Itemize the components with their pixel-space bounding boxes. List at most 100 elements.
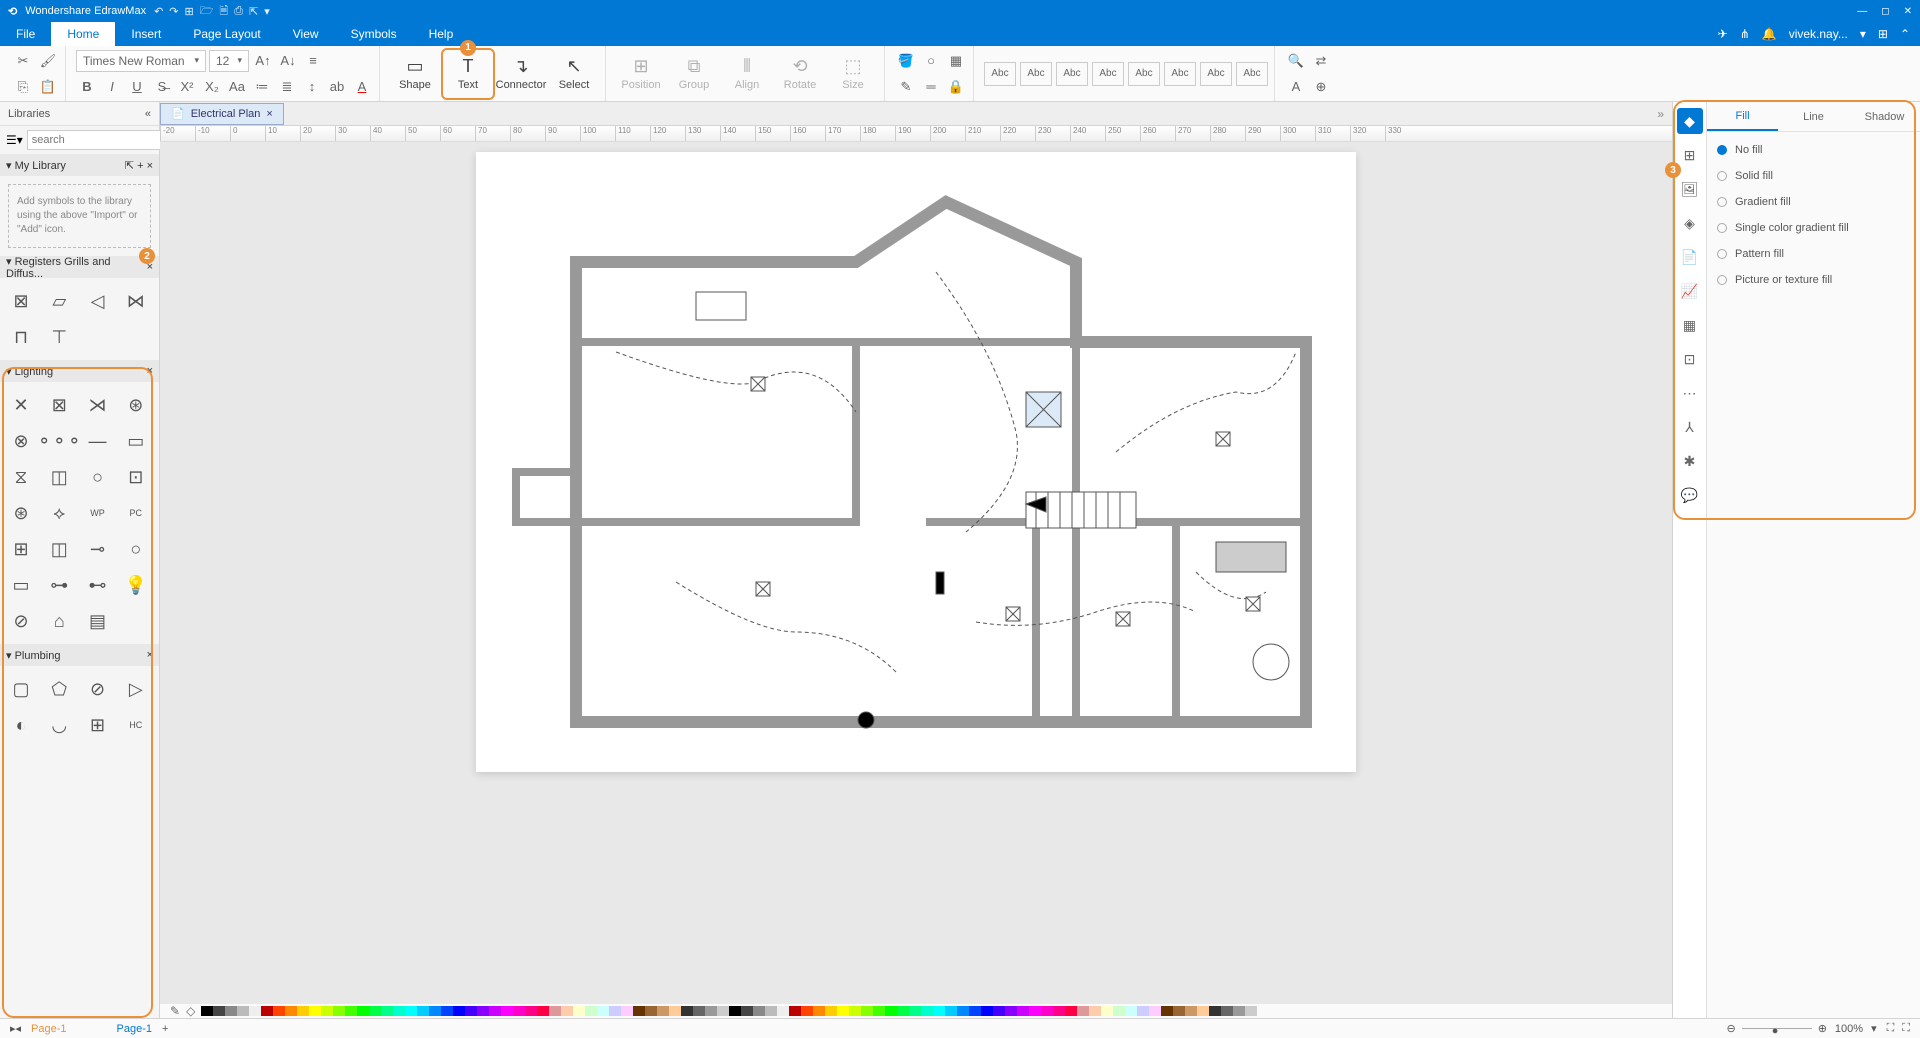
close-plumbing-icon[interactable]: × [147,649,153,661]
color-swatch[interactable] [213,1006,225,1016]
new-icon[interactable]: ⊞ [185,5,194,18]
color-swatch[interactable] [1029,1006,1041,1016]
superscript-icon[interactable]: X² [176,76,198,98]
share-icon[interactable]: ⋔ [1740,27,1750,41]
bold-icon[interactable]: B [76,76,98,98]
style-preset-5[interactable]: Abc [1128,62,1160,86]
color-swatch[interactable] [681,1006,693,1016]
symbol-light-26[interactable]: ⌂ [44,606,74,636]
collapse-libraries-icon[interactable]: « [145,108,151,120]
add-page-icon[interactable]: + [162,1023,168,1035]
lighting-section-label[interactable]: Lighting [15,366,54,378]
spacing-icon[interactable]: ↕ [301,76,323,98]
opt-solid-fill[interactable]: Solid fill [1717,170,1910,182]
color-swatch[interactable] [909,1006,921,1016]
color-swatch[interactable] [717,1006,729,1016]
symbol-light-21[interactable]: ▭ [6,570,36,600]
color-swatch[interactable] [1113,1006,1125,1016]
color-swatch[interactable] [945,1006,957,1016]
close-doc-icon[interactable]: × [266,108,272,120]
color-swatch[interactable] [1077,1006,1089,1016]
symbol-register-3[interactable]: ◁ [83,286,113,316]
page-nav-icon[interactable]: ▸◂ [10,1022,21,1035]
registers-section-label[interactable]: Registers Grills and Diffus... [6,256,111,280]
fill-panel-icon[interactable]: ◆ [1677,108,1703,134]
style-preset-6[interactable]: Abc [1164,62,1196,86]
color-swatch[interactable] [273,1006,285,1016]
symbol-light-7[interactable]: — [83,426,113,456]
color-swatch[interactable] [825,1006,837,1016]
color-swatch[interactable] [1161,1006,1173,1016]
symbol-light-18[interactable]: ◫ [44,534,74,564]
color-swatch[interactable] [225,1006,237,1016]
minimize-icon[interactable]: — [1857,6,1867,17]
fill-paint-icon[interactable]: 🪣 [895,50,917,72]
style-preset-7[interactable]: Abc [1200,62,1232,86]
color-swatch[interactable] [993,1006,1005,1016]
color-swatch[interactable] [1185,1006,1197,1016]
opt-pattern-fill[interactable]: Pattern fill [1717,248,1910,260]
color-swatch[interactable] [309,1006,321,1016]
user-dropdown-icon[interactable]: ▾ [1860,27,1866,41]
color-swatch[interactable] [933,1006,945,1016]
library-filter-icon[interactable]: ☰▾ [6,133,23,147]
symbol-plumb-7[interactable]: ⊞ [83,710,113,740]
color-swatch[interactable] [453,1006,465,1016]
format-painter-icon[interactable]: 🖌 [37,50,59,72]
import-lib-icon[interactable]: ⇱ [125,160,134,172]
clear-format-icon[interactable]: ab [326,76,348,98]
color-swatch[interactable] [321,1006,333,1016]
menu-insert[interactable]: Insert [115,22,177,46]
color-swatch[interactable] [441,1006,453,1016]
page-1-tab[interactable]: Page-1 [31,1023,66,1035]
redo-icon[interactable]: ↷ [169,5,178,18]
symbol-light-16[interactable]: PC [121,498,151,528]
color-swatch[interactable] [561,1006,573,1016]
tab-fill[interactable]: Fill [1707,102,1778,131]
comment-panel-icon[interactable]: 💬 [1677,482,1703,508]
color-swatch[interactable] [957,1006,969,1016]
symbol-light-19[interactable]: ⊸ [83,534,113,564]
page-panel-icon[interactable]: 📄 [1677,244,1703,270]
zoom-out-icon[interactable]: ⊖ [1726,1022,1735,1035]
numbering-icon[interactable]: ≣ [276,76,298,98]
color-swatch[interactable] [885,1006,897,1016]
line-style-icon[interactable]: ═ [920,76,942,98]
color-swatch[interactable] [489,1006,501,1016]
select-button[interactable]: ↖Select [549,50,599,98]
symbol-light-23[interactable]: ⊷ [83,570,113,600]
color-swatch[interactable] [921,1006,933,1016]
color-swatch[interactable] [765,1006,777,1016]
color-swatch[interactable] [597,1006,609,1016]
font-family-select[interactable]: Times New Roman▾ [76,50,206,72]
color-swatch[interactable] [645,1006,657,1016]
print-icon[interactable]: ⎙ [234,5,243,18]
table-panel-icon[interactable]: ▦ [1677,312,1703,338]
color-swatch[interactable] [753,1006,765,1016]
color-swatch[interactable] [1149,1006,1161,1016]
symbol-light-17[interactable]: ⊞ [6,534,36,564]
tab-shadow[interactable]: Shadow [1849,102,1920,131]
chart-panel-icon[interactable]: 📈 [1677,278,1703,304]
color-swatch[interactable] [549,1006,561,1016]
close-icon[interactable]: ✕ [1904,6,1912,17]
symbol-register-6[interactable]: ⊤ [44,322,74,352]
color-swatch[interactable] [345,1006,357,1016]
symbol-light-25[interactable]: ⊘ [6,606,36,636]
menu-home[interactable]: Home [51,22,115,46]
color-swatch[interactable] [1101,1006,1113,1016]
color-swatch[interactable] [249,1006,261,1016]
text-button[interactable]: 1 TText [443,50,493,98]
color-swatch[interactable] [537,1006,549,1016]
italic-icon[interactable]: I [101,76,123,98]
find-icon[interactable]: 🔍 [1285,50,1307,72]
close-lighting-icon[interactable]: × [147,365,153,377]
color-swatch[interactable] [1089,1006,1101,1016]
zoom-icon[interactable]: ⊕ [1310,76,1332,98]
color-swatch[interactable] [285,1006,297,1016]
color-swatch[interactable] [1017,1006,1029,1016]
color-swatch[interactable] [573,1006,585,1016]
symbol-light-3[interactable]: ⋊ [83,390,113,420]
text-case-icon[interactable]: Aa [226,76,248,98]
save-icon[interactable]: 🗎 [219,2,228,21]
